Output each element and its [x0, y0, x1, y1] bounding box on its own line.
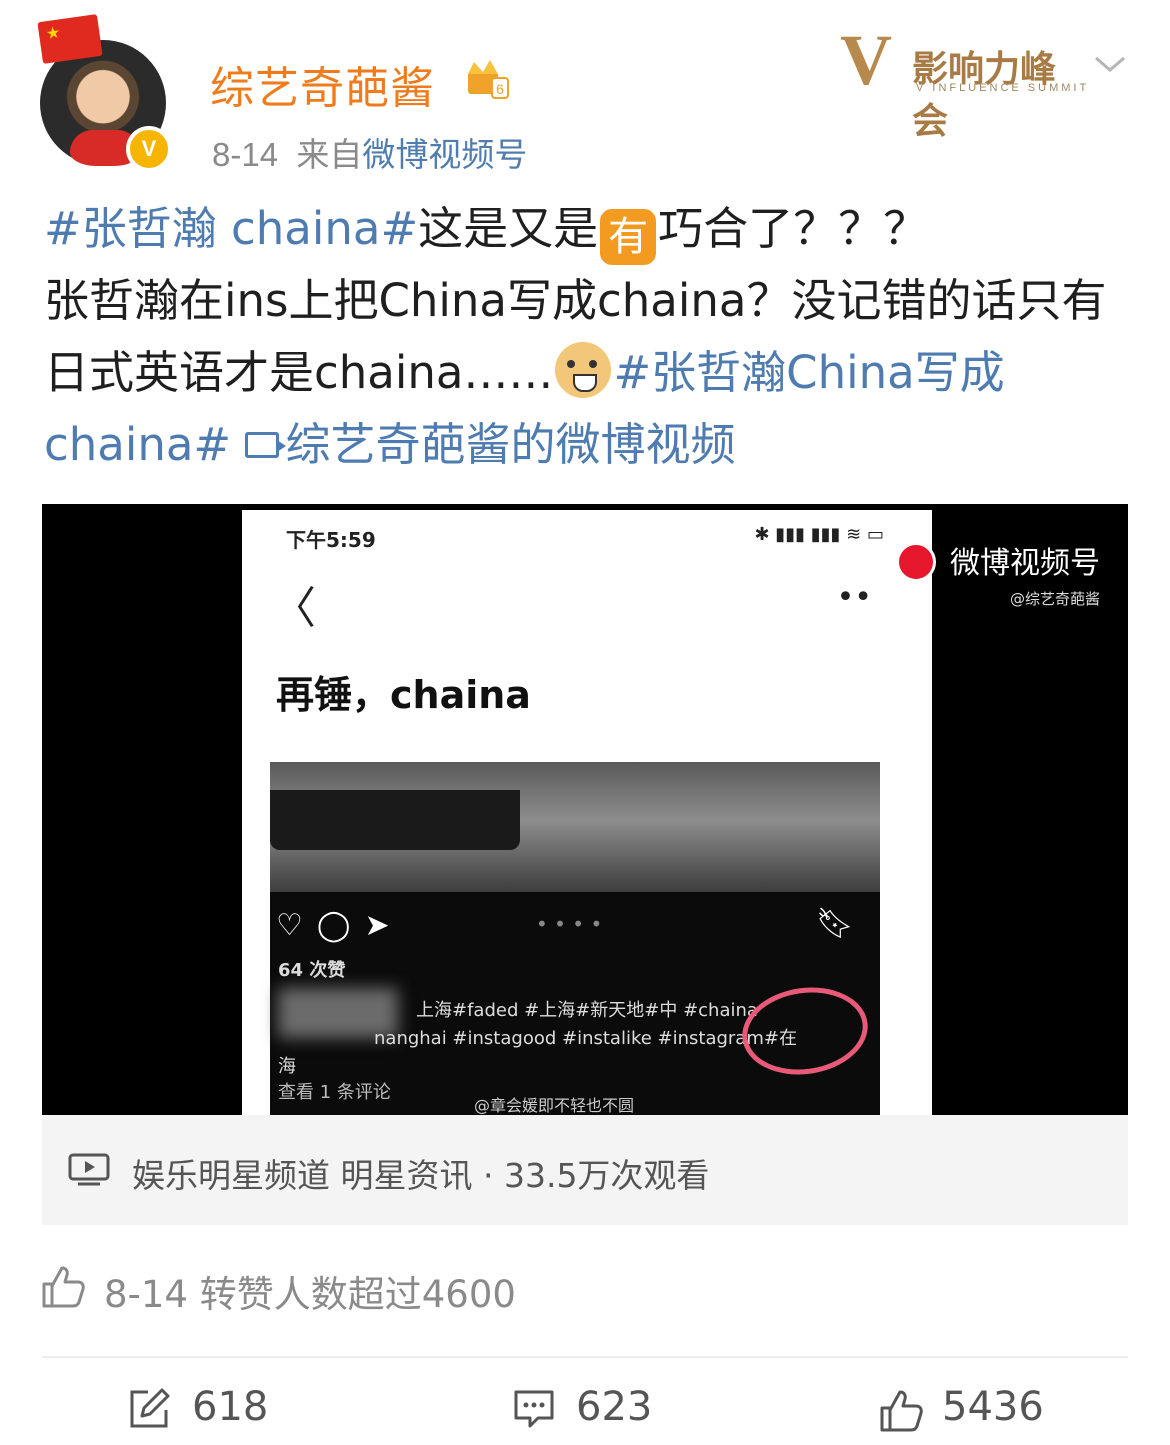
- video-player[interactable]: 下午5:59 ✱ ▮▮▮ ▮▮▮ ≋ ▭ 〈 •• 再锤，chaina ♡◯➤ …: [42, 504, 1128, 1115]
- repost-icon: [130, 1388, 170, 1428]
- instagram-photo: [270, 762, 880, 892]
- back-arrow-icon: 〈: [272, 583, 316, 634]
- verified-v-badge-icon: V: [126, 126, 172, 172]
- post-date: 8-14: [212, 136, 279, 173]
- thumbs-up-icon: [42, 1266, 85, 1308]
- bookmark-icon: 🔖︎: [815, 906, 854, 941]
- source-link[interactable]: 微博视频号: [362, 136, 527, 173]
- instagram-post-panel: ♡◯➤ • • • • 🔖︎ 64 次赞 上海#faded #上海#新天地#中 …: [270, 892, 880, 1115]
- weibo-logo-icon: [896, 542, 936, 582]
- hashtag-link[interactable]: #张哲瀚 chaina#: [44, 202, 418, 255]
- influence-summit-badge[interactable]: V 影响力峰会 V INFLUENCE SUMMIT: [840, 20, 1090, 142]
- video-frame-phone-screen: 下午5:59 ✱ ▮▮▮ ▮▮▮ ≋ ▭ 〈 •• 再锤，chaina ♡◯➤ …: [242, 510, 932, 1115]
- post-text: #张哲瀚 chaina#这是又是有巧合了？？？ 张哲瀚在ins上把China写成…: [44, 193, 1134, 481]
- vip-crown-icon: 6: [468, 60, 509, 99]
- watermark-title: 微博视频号: [950, 546, 1100, 581]
- thumbs-up-icon: [880, 1390, 923, 1432]
- video-link[interactable]: 综艺奇葩酱的微博视频: [245, 418, 735, 471]
- instagram-caption-line: 海: [278, 1056, 296, 1077]
- summit-v-logo-icon: V: [840, 20, 892, 100]
- username[interactable]: 综艺奇葩酱: [210, 52, 435, 116]
- repost-count: 618: [192, 1384, 269, 1430]
- comment-icon: [514, 1390, 554, 1428]
- like-summary-text: 8-14 转赞人数超过4600: [104, 1273, 516, 1316]
- video-link-label: 综艺奇葩酱的微博视频: [285, 418, 736, 471]
- watermark-handle: @综艺奇葩酱: [1009, 590, 1100, 608]
- inner-watermark: @章会媛即不轻也不圆: [474, 1096, 635, 1115]
- you-emoji-icon: 有: [600, 209, 657, 265]
- doge-emoji-icon: [555, 342, 612, 398]
- more-icon: ••: [836, 580, 872, 615]
- instagram-action-icons: ♡◯➤: [276, 908, 404, 943]
- instagram-likes: 64 次赞: [278, 960, 346, 981]
- instagram-view-comments: 查看 1 条评论: [278, 1082, 391, 1103]
- instagram-caption-line: nanghai #instagood #instalike #instagram…: [374, 1028, 797, 1049]
- video-camera-icon: [245, 432, 287, 458]
- phone-status-icons: ✱ ▮▮▮ ▮▮▮ ≋ ▭: [754, 524, 885, 545]
- post-text-segment: 这是又是: [418, 202, 599, 255]
- instagram-caption-line: 上海#faded #上海#新天地#中 #chaina: [416, 1000, 758, 1021]
- comment-count: 623: [576, 1384, 653, 1430]
- video-info-bar[interactable]: 娱乐明星频道 明星资讯 · 33.5万次观看: [42, 1115, 1128, 1225]
- note-title: 再锤，chaina: [276, 673, 531, 717]
- divider: [42, 1356, 1128, 1358]
- video-play-icon: [68, 1153, 110, 1186]
- carousel-dots: • • • •: [536, 912, 603, 936]
- post-text-segment: 巧合了？？？: [658, 202, 929, 255]
- weibo-video-watermark: 微博视频号 @综艺奇葩酱: [950, 538, 1100, 609]
- china-flag-icon: ★: [37, 14, 103, 64]
- svg-text:6: 6: [496, 81, 504, 97]
- phone-status-time: 下午5:59: [286, 528, 376, 552]
- summit-subtitle: V INFLUENCE SUMMIT: [916, 82, 1090, 94]
- like-count: 5436: [942, 1384, 1044, 1430]
- source-prefix: 来自: [296, 136, 363, 173]
- chevron-down-icon[interactable]: [1092, 52, 1128, 76]
- video-info-text: 娱乐明星频道 明星资讯 · 33.5万次观看: [132, 1156, 710, 1195]
- post-meta: 8-14 来自微博视频号: [212, 128, 527, 176]
